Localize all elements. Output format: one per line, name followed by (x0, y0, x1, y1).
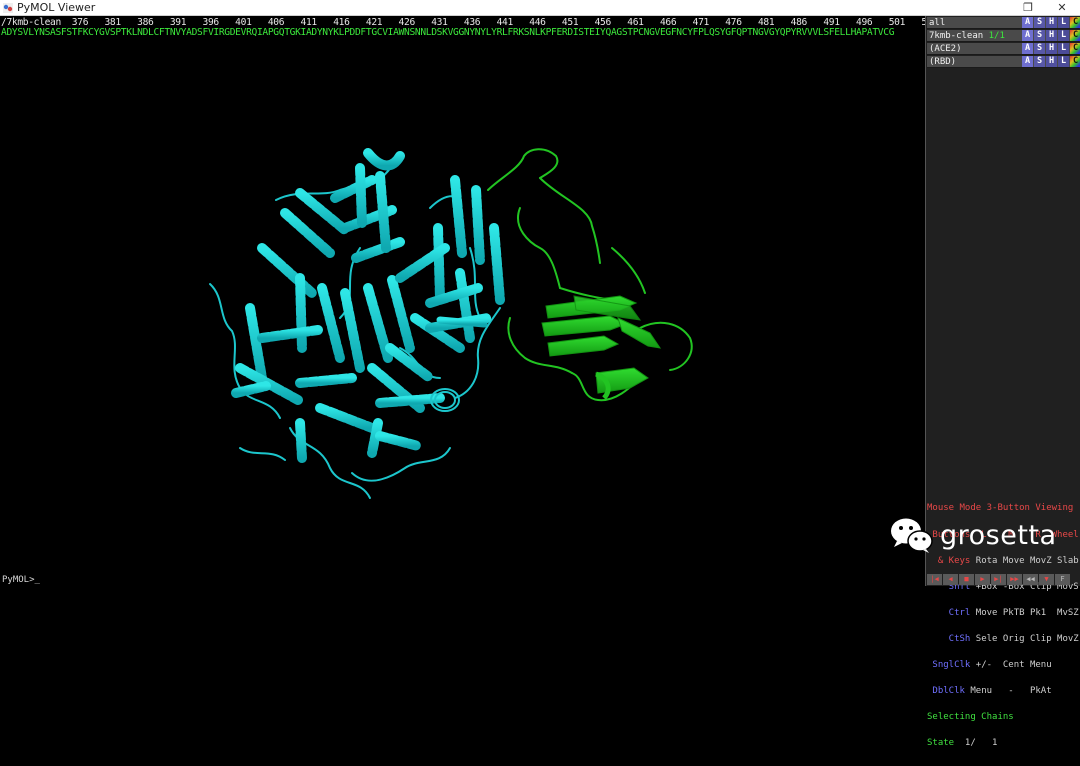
object-name: (RBD) (929, 57, 957, 67)
command-line-input[interactable]: PyMOL>_ (0, 575, 925, 586)
color-button[interactable]: C (1070, 43, 1080, 54)
fast-forward-icon[interactable]: ▶▶ (1007, 574, 1022, 585)
show-button[interactable]: S (1034, 17, 1045, 28)
rbd-chain (487, 148, 693, 402)
rbd-sheet (541, 295, 662, 400)
object-name: all (929, 18, 946, 28)
object-control-panel: all A S H L C 7kmb-clean 1/1 A S H L C (… (925, 16, 1080, 748)
object-action-buttons: A S H L C (1022, 43, 1080, 55)
state-value: 1/ 1 (954, 738, 998, 749)
close-window-button[interactable]: ✕ (1048, 0, 1076, 15)
hide-button[interactable]: H (1046, 17, 1057, 28)
color-button[interactable]: C (1070, 56, 1080, 67)
object-name: 7kmb-clean 1/1 (929, 31, 1005, 41)
window-title: PyMOL Viewer (17, 1, 96, 14)
ctsh-values: Sele Orig Clip MovZ (970, 633, 1079, 644)
restore-window-button[interactable]: ❐ (1014, 0, 1042, 15)
keys-label: & Keys (927, 555, 971, 566)
label-button[interactable]: L (1058, 56, 1069, 67)
label-button[interactable]: L (1058, 43, 1069, 54)
label-button[interactable]: L (1058, 17, 1069, 28)
color-button[interactable]: C (1070, 30, 1080, 41)
ctrl-label: Ctrl (927, 607, 971, 618)
dbl-values: Menu - PkAt (964, 686, 1052, 697)
show-button[interactable]: S (1034, 43, 1045, 54)
action-button[interactable]: A (1022, 43, 1033, 54)
label-button[interactable]: L (1058, 30, 1069, 41)
action-button[interactable]: A (1022, 56, 1033, 67)
ctrl-values: Move PkTB Pk1 MvSZ (970, 607, 1079, 618)
hide-button[interactable]: H (1046, 30, 1057, 41)
rock-icon[interactable]: ◀◀ (1023, 574, 1038, 585)
ace2-coil-ring (430, 388, 460, 412)
sequence-viewer[interactable]: /7kmb-clean 376 381 386 391 396 401 406 … (0, 16, 925, 48)
object-action-buttons: A S H L C (1022, 30, 1080, 42)
rewind-icon[interactable]: |◀ (927, 574, 942, 585)
object-state: 1/1 (988, 31, 1005, 41)
keys-values: Rota Move MovZ Slab (970, 555, 1079, 566)
selecting-mode[interactable]: Selecting Chains (927, 713, 1080, 722)
movie-transport-controls: |◀ ◀ ■ ▶ ▶| ▶▶ ◀◀ ▼ F (927, 574, 1071, 586)
state-label: State (927, 738, 955, 749)
dbl-label: DblClk (927, 686, 965, 697)
watermark: grosetta (888, 516, 1057, 554)
step-forward-icon[interactable]: ▶| (991, 574, 1006, 585)
object-row-rbd[interactable]: (RBD) A S H L C (927, 56, 1080, 68)
show-button[interactable]: S (1034, 30, 1045, 41)
action-button[interactable]: A (1022, 17, 1033, 28)
dropdown-icon[interactable]: ▼ (1039, 574, 1054, 585)
object-row-ace2[interactable]: (ACE2) A S H L C (927, 43, 1080, 55)
pymol-app-icon (3, 3, 13, 13)
full-screen-icon[interactable]: F (1055, 574, 1070, 585)
object-action-buttons: A S H L C (1022, 17, 1080, 29)
stop-icon[interactable]: ■ (959, 574, 974, 585)
wechat-logo-icon (891, 518, 933, 553)
sequence-residues[interactable]: ADYSVLYNSASFSTFKCYGVSPTKLNDLCFTNVYADSFVI… (1, 27, 894, 38)
action-button[interactable]: A (1022, 30, 1033, 41)
protein-cartoon-render (209, 148, 693, 499)
mouse-mode-label: Mouse Mode (927, 503, 982, 514)
window-titlebar: PyMOL Viewer ❐ ✕ (0, 0, 1080, 16)
step-back-icon[interactable]: ◀ (943, 574, 958, 585)
object-row-all[interactable]: all A S H L C (927, 17, 1080, 29)
hide-button[interactable]: H (1046, 56, 1057, 67)
watermark-text: grosetta (940, 519, 1057, 551)
object-row-7kmb-clean[interactable]: 7kmb-clean 1/1 A S H L C (927, 30, 1080, 42)
play-icon[interactable]: ▶ (975, 574, 990, 585)
ctsh-label: CtSh (927, 633, 971, 644)
object-action-buttons: A S H L C (1022, 56, 1080, 68)
object-name: (ACE2) (929, 44, 962, 54)
sngl-values: +/- Cent Menu (970, 659, 1052, 670)
mouse-mode-value[interactable]: 3-Button Viewing (987, 503, 1074, 513)
color-button[interactable]: C (1070, 17, 1080, 28)
molecule-viewport[interactable] (0, 48, 925, 575)
show-button[interactable]: S (1034, 56, 1045, 67)
hide-button[interactable]: H (1046, 43, 1057, 54)
sngl-label: SnglClk (927, 659, 971, 670)
